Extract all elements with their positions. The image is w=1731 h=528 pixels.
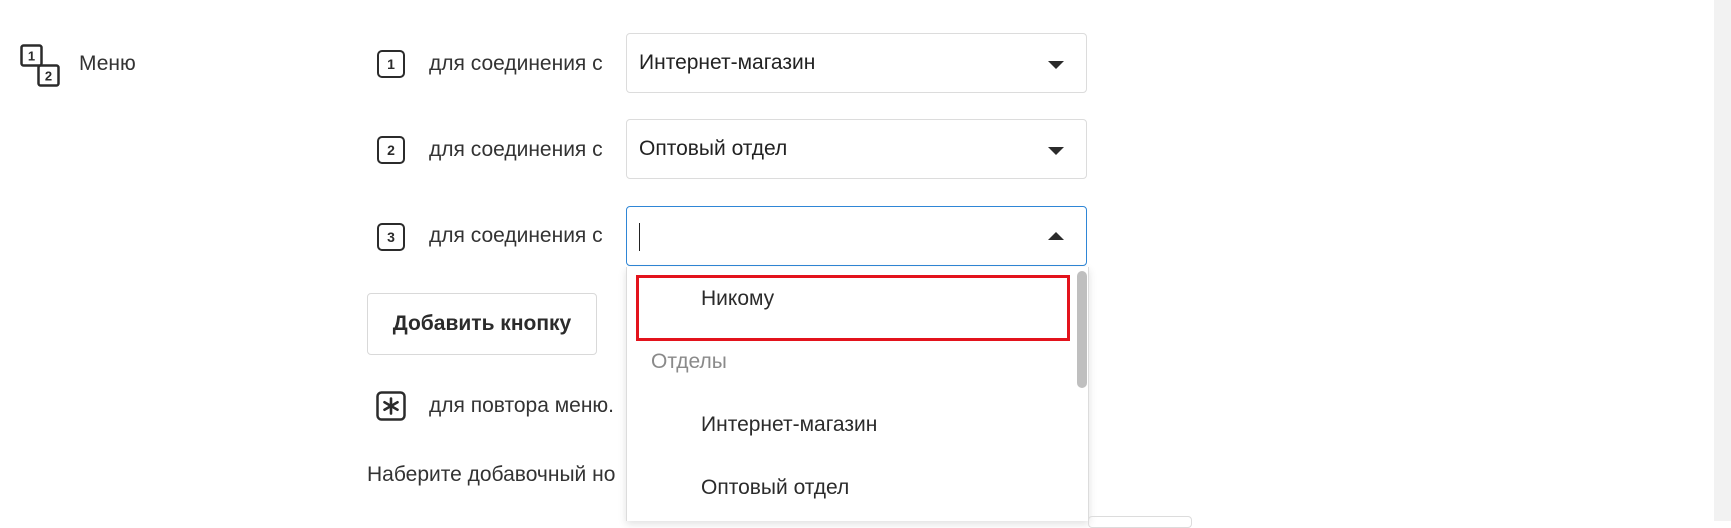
key-1-badge: 1 <box>377 50 405 78</box>
text-cursor <box>639 223 640 251</box>
row-2-label: для соединения с <box>429 138 603 161</box>
chevron-down-icon <box>1048 61 1064 69</box>
row-2-select-value: Оптовый отдел <box>639 137 788 160</box>
dropdown-scrollbar[interactable] <box>1077 271 1087 388</box>
row-1-select-value: Интернет-магазин <box>639 51 816 74</box>
asterisk-icon <box>376 391 406 421</box>
option-wholesale[interactable]: Оптовый отдел <box>701 476 849 500</box>
repeat-menu-label: для повтора меню. <box>429 394 615 417</box>
chevron-up-icon[interactable] <box>1048 232 1064 240</box>
row-2-select[interactable]: Оптовый отдел <box>626 119 1087 179</box>
menu-numbered-icon: 1 2 <box>20 44 62 88</box>
group-departments: Отделы <box>651 350 727 373</box>
key-3-badge: 3 <box>377 223 405 251</box>
option-nobody[interactable]: Никому <box>701 287 774 311</box>
row-3-label: для соединения с <box>429 224 603 247</box>
row-1-label: для соединения с <box>429 52 603 75</box>
page-scrollbar-track[interactable] <box>1714 0 1731 521</box>
partial-control <box>1088 516 1192 528</box>
extension-hint: Наберите добавочный но <box>367 463 616 486</box>
row-1-select[interactable]: Интернет-магазин <box>626 33 1087 93</box>
chevron-down-icon <box>1048 147 1064 155</box>
add-button[interactable]: Добавить кнопку <box>367 293 597 355</box>
row-3-select[interactable] <box>626 206 1087 266</box>
dropdown-list[interactable]: Никому Отделы Интернет-магазин Оптовый о… <box>626 267 1089 521</box>
menu-label: Меню <box>79 52 136 75</box>
svg-text:1: 1 <box>28 49 35 64</box>
key-2-badge: 2 <box>377 136 405 164</box>
option-online-store[interactable]: Интернет-магазин <box>701 413 877 437</box>
svg-text:2: 2 <box>45 69 52 84</box>
